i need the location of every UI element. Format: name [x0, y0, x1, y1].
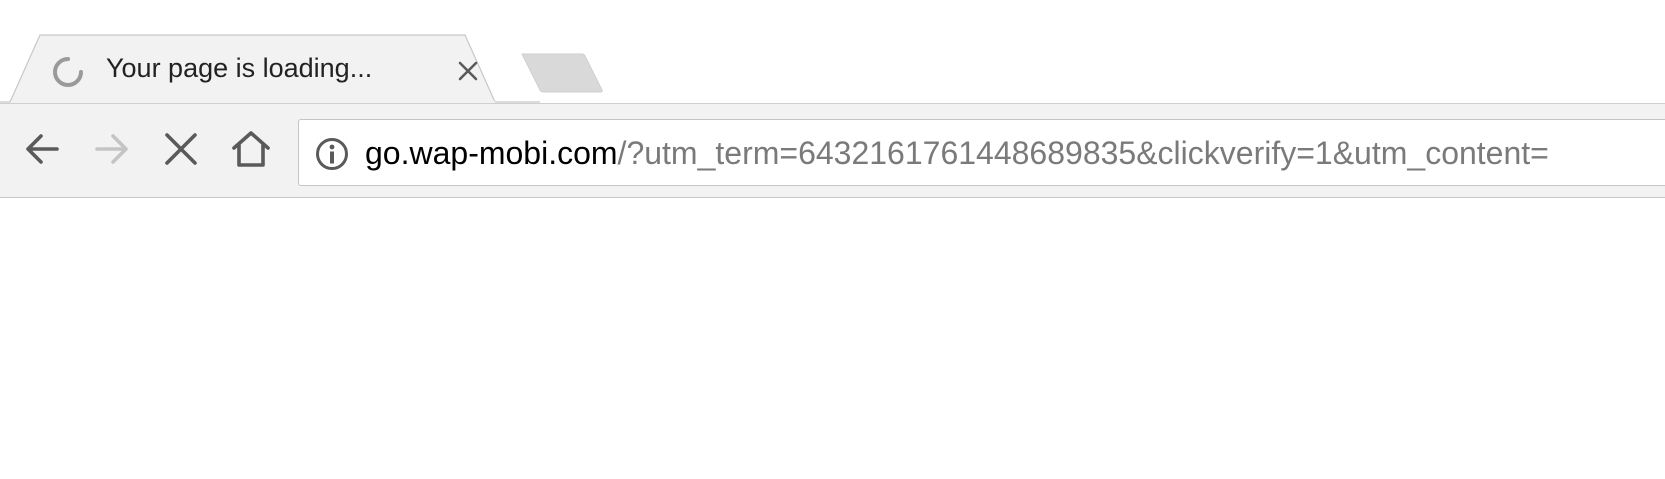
home-icon	[232, 131, 270, 167]
home-button[interactable]	[228, 126, 274, 172]
url-host: go.wap-mobi.com	[365, 135, 618, 171]
tab-close-icon[interactable]	[454, 57, 482, 85]
stop-button[interactable]	[158, 126, 204, 172]
browser-window: Your page is loading... go.wap-mobi.com/…	[0, 0, 1665, 479]
tab-strip: Your page is loading...	[0, 0, 1665, 106]
page-content-area	[0, 198, 1665, 479]
new-tab-button[interactable]	[520, 52, 606, 94]
info-circle-icon[interactable]	[314, 136, 350, 172]
url-text[interactable]: go.wap-mobi.com/?utm_term=64321617614486…	[365, 134, 1549, 172]
loading-spinner-icon	[53, 57, 83, 87]
url-path: /?utm_term=6432161761448689835&clickveri…	[617, 135, 1549, 171]
browser-toolbar: go.wap-mobi.com/?utm_term=64321617614486…	[0, 103, 1665, 198]
tab-title: Your page is loading...	[106, 53, 373, 83]
active-tab[interactable]: Your page is loading...	[0, 34, 500, 102]
arrow-right-icon	[95, 134, 128, 164]
address-bar[interactable]: go.wap-mobi.com/?utm_term=64321617614486…	[298, 119, 1665, 186]
forward-button	[89, 126, 135, 172]
arrow-left-icon	[26, 134, 59, 164]
back-button[interactable]	[19, 126, 65, 172]
close-x-icon	[165, 133, 197, 165]
